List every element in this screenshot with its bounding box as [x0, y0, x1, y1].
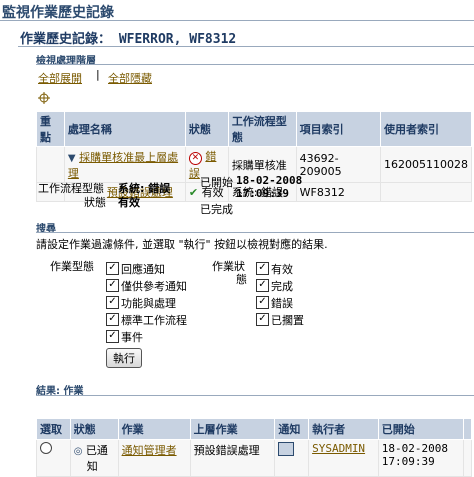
status-checkbox-complete[interactable]: ✓ [256, 279, 269, 292]
select-radio[interactable] [40, 442, 52, 454]
hierarchy-header-row: 重點 處理名稱 狀態 工作流程型態 項目索引 使用者索引 [36, 111, 473, 147]
detail-status-value: 有效 [118, 196, 140, 209]
col-focus: 重點 [36, 111, 65, 147]
col-started: 已開始 [377, 418, 464, 440]
started-time: 17:09:39 [381, 455, 435, 468]
collapse-all-link[interactable]: 全部隱藏 [108, 70, 152, 86]
started-date: 18-02-2008 [381, 442, 448, 455]
detail-status-label: 狀態 [84, 196, 106, 209]
results-table: 選取 狀態 作業 上層作業 通知 執行者 已開始 ◎ 已通 知 通知管理者 預設… [36, 418, 473, 477]
status-option-label: 有效 [271, 263, 293, 276]
type-checkbox-standard[interactable]: ✓ [106, 313, 119, 326]
table-row: ◎ 已通 知 通知管理者 預設錯誤處理 SYSADMIN 18-02-2008 … [36, 439, 473, 477]
col-workflow-type: 工作流程型態 [227, 111, 297, 147]
hierarchy-divider [36, 64, 474, 65]
col-status: 狀態 [184, 111, 229, 147]
type-option-label: 功能與處理 [121, 297, 176, 310]
link-separator: | [96, 68, 100, 81]
status-option-label: 錯誤 [271, 297, 293, 310]
status-cell: ◎ 已通 知 [69, 439, 119, 477]
process-name-cell: ▼ 採購單核准最上層處理 [63, 146, 186, 183]
type-checkbox-function[interactable]: ✓ [106, 296, 119, 309]
detail-started-date: 18-02-2008 [236, 174, 303, 187]
col-select: 選取 [36, 418, 71, 440]
type-checkbox-fyi[interactable]: ✓ [106, 279, 119, 292]
focus-cell [36, 146, 65, 183]
status-checkbox-error[interactable]: ✓ [256, 296, 269, 309]
notified-icon: ◎ [73, 446, 83, 457]
item-key-cell: WF8312 [295, 182, 381, 202]
collapse-triangle-icon[interactable]: ▼ [68, 153, 76, 164]
status-option-label: 完成 [271, 280, 293, 293]
started-cell: 18-02-2008 17:09:39 [377, 439, 464, 477]
col-item-key: 項目索引 [295, 111, 381, 147]
notification-cell [274, 439, 310, 477]
status-checkbox-active[interactable]: ✓ [256, 262, 269, 275]
search-instructions: 請設定作業過濾條件, 並選取 "執行" 按鈕以檢視對應的結果. [36, 238, 328, 251]
col-notification: 通知 [274, 418, 310, 440]
select-cell [36, 439, 71, 477]
activity-link[interactable]: 通知管理者 [122, 444, 177, 457]
col-performer: 執行者 [308, 418, 379, 440]
col-process-name: 處理名稱 [63, 111, 186, 147]
extra-cell [462, 439, 473, 477]
parent-activity-cell: 預設錯誤處理 [189, 439, 276, 477]
search-divider [36, 232, 474, 233]
activity-status-label-cont: 態 [236, 273, 247, 286]
status-text-cont: 知 [86, 460, 98, 473]
process-name-link[interactable]: 採購單核准最上層處理 [68, 151, 178, 180]
type-option-label: 回應通知 [121, 263, 165, 276]
results-divider [36, 395, 474, 396]
go-button[interactable]: 執行 [106, 348, 142, 368]
focus-crosshair-icon[interactable] [38, 92, 50, 104]
col-user-key: 使用者索引 [379, 111, 473, 147]
detail-started-time: 17:09:39 [236, 187, 289, 200]
detail-completed-label: 已完成 [200, 203, 233, 216]
type-option-label: 事件 [121, 331, 143, 344]
status-text: 已通 [85, 444, 108, 457]
activity-cell: 通知管理者 [117, 439, 191, 477]
activity-type-label: 作業型態 [50, 260, 94, 273]
expand-all-link[interactable]: 全部展開 [38, 70, 82, 86]
user-key-cell: 162005110028 [379, 146, 473, 183]
type-option-label: 僅供參考通知 [121, 280, 187, 293]
type-checkbox-event[interactable]: ✓ [106, 330, 119, 343]
subtitle-divider [18, 46, 474, 47]
sub-title: 作業歷史記錄： WFERROR, WF8312 [20, 32, 237, 47]
type-option-label: 標準工作流程 [121, 314, 187, 327]
results-header-row: 選取 狀態 作業 上層作業 通知 執行者 已開始 [36, 418, 473, 440]
col-parent-activity: 上層作業 [189, 418, 276, 440]
type-checkbox-response[interactable]: ✓ [106, 262, 119, 275]
user-key-cell [379, 182, 473, 202]
detail-started-label: 已開始 [200, 176, 233, 189]
col-status: 狀態 [69, 418, 119, 440]
title-divider [0, 20, 474, 21]
error-icon: ✕ [188, 152, 202, 165]
col-activity: 作業 [117, 418, 191, 440]
performer-cell: SYSADMIN [308, 439, 379, 477]
checkmark-icon: ✔ [188, 186, 199, 199]
notification-icon[interactable] [278, 442, 295, 456]
col-extra [462, 418, 473, 440]
status-checkbox-suspended[interactable]: ✓ [256, 313, 269, 326]
page-title: 監視作業歷史記錄 [2, 5, 114, 21]
performer-link[interactable]: SYSADMIN [312, 442, 365, 455]
status-option-label: 已擱置 [271, 314, 304, 327]
item-key-cell: 43692-209005 [295, 146, 381, 183]
